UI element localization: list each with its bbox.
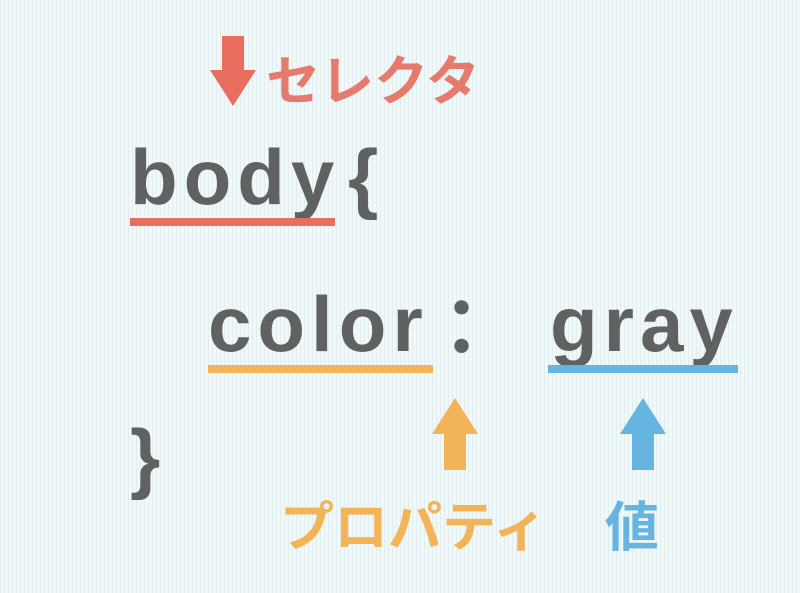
label-property: プロパティ xyxy=(280,496,547,550)
code-colon: ： xyxy=(442,285,520,363)
code-value: gray xyxy=(550,285,739,363)
label-selector: セレクタ xyxy=(266,50,480,104)
underline-value xyxy=(548,365,738,373)
underline-selector xyxy=(130,218,335,226)
css-anatomy-diagram: セレクタ body { color ： gray } プロパティ 値 xyxy=(0,0,800,593)
code-selector: body xyxy=(130,138,340,216)
code-close-brace: } xyxy=(130,418,166,496)
underline-property xyxy=(208,365,433,373)
arrow-up-icon xyxy=(432,398,478,470)
arrow-down-icon xyxy=(210,36,256,108)
label-value: 値 xyxy=(605,496,659,550)
code-property: color xyxy=(208,285,429,363)
code-open-brace: { xyxy=(348,138,384,216)
arrow-up-icon xyxy=(620,398,666,470)
